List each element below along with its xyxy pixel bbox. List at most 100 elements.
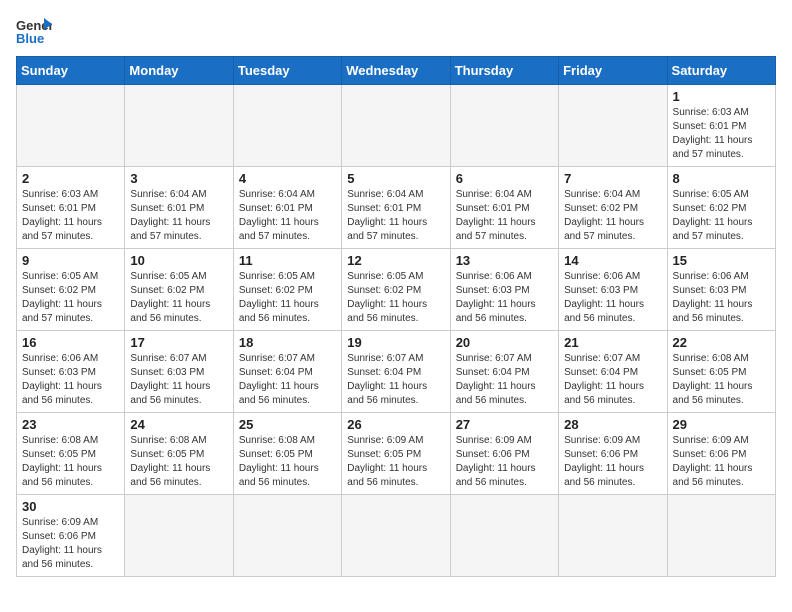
day-info: Sunrise: 6:09 AM Sunset: 6:06 PM Dayligh… bbox=[564, 434, 661, 490]
day-info: Sunrise: 6:08 AM Sunset: 6:05 PM Dayligh… bbox=[130, 434, 227, 490]
calendar-day-cell: 30Sunrise: 6:09 AM Sunset: 6:06 PM Dayli… bbox=[17, 495, 125, 577]
calendar-day-cell: 11 Sunrise: 6:05 AM Sunset: 6:02 PM Dayli… bbox=[233, 249, 341, 331]
day-info: Sunrise: 6:07 AM Sunset: 6:04 PM Dayligh… bbox=[456, 352, 553, 408]
calendar-day-cell: 13 Sunrise: 6:06 AM Sunset: 6:03 PM Dayli… bbox=[450, 249, 558, 331]
day-info: Sunrise: 6:05 AM Sunset: 6:02 PM Dayligh… bbox=[130, 270, 227, 326]
calendar-day-cell: 17 Sunrise: 6:07 AM Sunset: 6:03 PM Dayli… bbox=[125, 331, 233, 413]
calendar-day-cell: 19 Sunrise: 6:07 AM Sunset: 6:04 PM Dayli… bbox=[342, 331, 450, 413]
calendar-day-cell: 15 Sunrise: 6:06 AM Sunset: 6:03 PM Dayli… bbox=[667, 249, 775, 331]
calendar-header-row: SundayMondayTuesdayWednesdayThursdayFrid… bbox=[17, 57, 776, 85]
day-number: 5 bbox=[347, 171, 444, 186]
day-info: Sunrise: 6:03 AM Sunset: 6:01 PM Dayligh… bbox=[673, 106, 770, 162]
calendar-day-cell: 18 Sunrise: 6:07 AM Sunset: 6:04 PM Dayli… bbox=[233, 331, 341, 413]
calendar-week-row: 9 Sunrise: 6:05 AM Sunset: 6:02 PM Daylig… bbox=[17, 249, 776, 331]
day-info: Sunrise: 6:04 AM Sunset: 6:01 PM Dayligh… bbox=[347, 188, 444, 244]
calendar-day-cell: 12 Sunrise: 6:05 AM Sunset: 6:02 PM Dayli… bbox=[342, 249, 450, 331]
calendar-day-cell: 28Sunrise: 6:09 AM Sunset: 6:06 PM Dayli… bbox=[559, 413, 667, 495]
day-number: 25 bbox=[239, 417, 336, 432]
day-number: 7 bbox=[564, 171, 661, 186]
calendar-table: SundayMondayTuesdayWednesdayThursdayFrid… bbox=[16, 56, 776, 577]
calendar-day-cell bbox=[559, 85, 667, 167]
day-info: Sunrise: 6:04 AM Sunset: 6:01 PM Dayligh… bbox=[456, 188, 553, 244]
day-info: Sunrise: 6:09 AM Sunset: 6:05 PM Dayligh… bbox=[347, 434, 444, 490]
calendar-week-row: 23 Sunrise: 6:08 AM Sunset: 6:05 PM Dayli… bbox=[17, 413, 776, 495]
day-of-week-header: Wednesday bbox=[342, 57, 450, 85]
day-number: 16 bbox=[22, 335, 119, 350]
day-number: 8 bbox=[673, 171, 770, 186]
day-number: 17 bbox=[130, 335, 227, 350]
day-info: Sunrise: 6:07 AM Sunset: 6:04 PM Dayligh… bbox=[239, 352, 336, 408]
calendar-day-cell: 8 Sunrise: 6:05 AM Sunset: 6:02 PM Daylig… bbox=[667, 167, 775, 249]
day-info: Sunrise: 6:04 AM Sunset: 6:01 PM Dayligh… bbox=[239, 188, 336, 244]
calendar-day-cell bbox=[125, 85, 233, 167]
calendar-day-cell bbox=[450, 85, 558, 167]
day-number: 2 bbox=[22, 171, 119, 186]
day-number: 18 bbox=[239, 335, 336, 350]
day-info: Sunrise: 6:06 AM Sunset: 6:03 PM Dayligh… bbox=[673, 270, 770, 326]
day-info: Sunrise: 6:05 AM Sunset: 6:02 PM Dayligh… bbox=[347, 270, 444, 326]
day-number: 15 bbox=[673, 253, 770, 268]
day-number: 22 bbox=[673, 335, 770, 350]
day-number: 20 bbox=[456, 335, 553, 350]
calendar-day-cell bbox=[125, 495, 233, 577]
calendar-day-cell: 23 Sunrise: 6:08 AM Sunset: 6:05 PM Dayli… bbox=[17, 413, 125, 495]
calendar-day-cell: 3Sunrise: 6:04 AM Sunset: 6:01 PM Daylig… bbox=[125, 167, 233, 249]
day-info: Sunrise: 6:07 AM Sunset: 6:04 PM Dayligh… bbox=[564, 352, 661, 408]
day-info: Sunrise: 6:08 AM Sunset: 6:05 PM Dayligh… bbox=[239, 434, 336, 490]
day-number: 27 bbox=[456, 417, 553, 432]
day-number: 26 bbox=[347, 417, 444, 432]
day-info: Sunrise: 6:08 AM Sunset: 6:05 PM Dayligh… bbox=[22, 434, 119, 490]
day-info: Sunrise: 6:09 AM Sunset: 6:06 PM Dayligh… bbox=[456, 434, 553, 490]
day-number: 12 bbox=[347, 253, 444, 268]
page-header: General Blue bbox=[16, 16, 776, 46]
day-info: Sunrise: 6:05 AM Sunset: 6:02 PM Dayligh… bbox=[239, 270, 336, 326]
calendar-day-cell: 27 Sunrise: 6:09 AM Sunset: 6:06 PM Dayli… bbox=[450, 413, 558, 495]
calendar-day-cell: 21 Sunrise: 6:07 AM Sunset: 6:04 PM Dayli… bbox=[559, 331, 667, 413]
calendar-day-cell: 2Sunrise: 6:03 AM Sunset: 6:01 PM Daylig… bbox=[17, 167, 125, 249]
day-of-week-header: Monday bbox=[125, 57, 233, 85]
day-info: Sunrise: 6:05 AM Sunset: 6:02 PM Dayligh… bbox=[673, 188, 770, 244]
day-number: 23 bbox=[22, 417, 119, 432]
day-info: Sunrise: 6:05 AM Sunset: 6:02 PM Dayligh… bbox=[22, 270, 119, 326]
calendar-week-row: 2Sunrise: 6:03 AM Sunset: 6:01 PM Daylig… bbox=[17, 167, 776, 249]
day-of-week-header: Thursday bbox=[450, 57, 558, 85]
day-of-week-header: Saturday bbox=[667, 57, 775, 85]
calendar-day-cell bbox=[233, 495, 341, 577]
day-number: 13 bbox=[456, 253, 553, 268]
day-number: 21 bbox=[564, 335, 661, 350]
calendar-day-cell: 22 Sunrise: 6:08 AM Sunset: 6:05 PM Dayli… bbox=[667, 331, 775, 413]
day-info: Sunrise: 6:07 AM Sunset: 6:04 PM Dayligh… bbox=[347, 352, 444, 408]
day-number: 19 bbox=[347, 335, 444, 350]
generalblue-logo-icon: General Blue bbox=[16, 16, 52, 46]
logo: General Blue bbox=[16, 16, 52, 46]
calendar-day-cell bbox=[667, 495, 775, 577]
calendar-day-cell: 4 Sunrise: 6:04 AM Sunset: 6:01 PM Daylig… bbox=[233, 167, 341, 249]
calendar-day-cell bbox=[559, 495, 667, 577]
day-number: 6 bbox=[456, 171, 553, 186]
day-info: Sunrise: 6:07 AM Sunset: 6:03 PM Dayligh… bbox=[130, 352, 227, 408]
calendar-day-cell bbox=[233, 85, 341, 167]
day-number: 14 bbox=[564, 253, 661, 268]
calendar-day-cell: 7Sunrise: 6:04 AM Sunset: 6:02 PM Daylig… bbox=[559, 167, 667, 249]
day-number: 3 bbox=[130, 171, 227, 186]
calendar-week-row: 30Sunrise: 6:09 AM Sunset: 6:06 PM Dayli… bbox=[17, 495, 776, 577]
calendar-day-cell: 6 Sunrise: 6:04 AM Sunset: 6:01 PM Daylig… bbox=[450, 167, 558, 249]
calendar-day-cell: 29 Sunrise: 6:09 AM Sunset: 6:06 PM Dayli… bbox=[667, 413, 775, 495]
day-info: Sunrise: 6:08 AM Sunset: 6:05 PM Dayligh… bbox=[673, 352, 770, 408]
calendar-day-cell: 16Sunrise: 6:06 AM Sunset: 6:03 PM Dayli… bbox=[17, 331, 125, 413]
day-info: Sunrise: 6:06 AM Sunset: 6:03 PM Dayligh… bbox=[456, 270, 553, 326]
calendar-day-cell: 25 Sunrise: 6:08 AM Sunset: 6:05 PM Dayli… bbox=[233, 413, 341, 495]
day-number: 30 bbox=[22, 499, 119, 514]
day-number: 29 bbox=[673, 417, 770, 432]
calendar-day-cell bbox=[342, 85, 450, 167]
calendar-day-cell: 20 Sunrise: 6:07 AM Sunset: 6:04 PM Dayli… bbox=[450, 331, 558, 413]
day-info: Sunrise: 6:09 AM Sunset: 6:06 PM Dayligh… bbox=[673, 434, 770, 490]
day-number: 9 bbox=[22, 253, 119, 268]
day-number: 4 bbox=[239, 171, 336, 186]
day-number: 11 bbox=[239, 253, 336, 268]
calendar-day-cell: 1Sunrise: 6:03 AM Sunset: 6:01 PM Daylig… bbox=[667, 85, 775, 167]
calendar-day-cell: 24 Sunrise: 6:08 AM Sunset: 6:05 PM Dayli… bbox=[125, 413, 233, 495]
day-number: 24 bbox=[130, 417, 227, 432]
day-of-week-header: Friday bbox=[559, 57, 667, 85]
calendar-week-row: 1Sunrise: 6:03 AM Sunset: 6:01 PM Daylig… bbox=[17, 85, 776, 167]
